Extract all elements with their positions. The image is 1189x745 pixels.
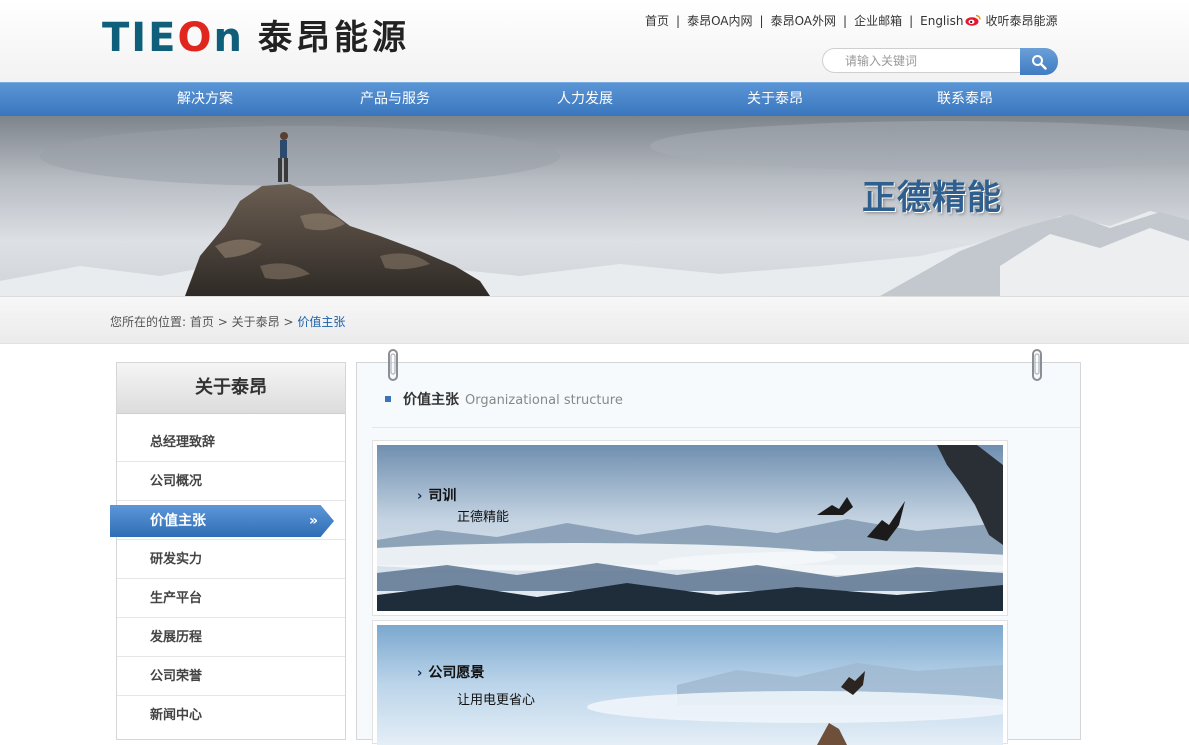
square-bullet-icon: [385, 396, 391, 402]
nav-item-hr[interactable]: 人力发展: [515, 83, 655, 116]
banner-slogan: 正德精能: [862, 178, 1002, 218]
site-header: TIEOn 泰昂能源 首页 | 泰昂OA内网 | 泰昂OA外网 | 企业邮箱 | English…: [0, 0, 1189, 82]
vision-text: 让用电更省心: [457, 693, 536, 708]
motto-image: › 司训 正德精能: [377, 445, 1003, 611]
vision-heading: › 公司愿景: [417, 662, 484, 682]
top-link-oa-extranet[interactable]: 泰昂OA外网: [771, 12, 836, 29]
sidebar-item-honors[interactable]: 公司荣誉: [117, 658, 345, 696]
paper-clip-icon: [388, 349, 398, 381]
nav-item-contact[interactable]: 联系泰昂: [895, 83, 1035, 116]
breadcrumb: 您所在的位置: 首页 > 关于泰昂 > 价值主张: [110, 313, 345, 330]
mountain-eagle-scene: [377, 445, 1003, 611]
nav-item-solutions[interactable]: 解决方案: [135, 83, 275, 116]
top-link-mail[interactable]: 企业邮箱: [854, 12, 902, 29]
sidebar-item-rnd[interactable]: 研发实力: [117, 541, 345, 579]
vision-image: › 公司愿景 让用电更省心: [377, 625, 1003, 745]
sidebar: 关于泰昂 总经理致辞 公司概况 研发实力 生产平台 发展历程 公司荣誉 新闻中心: [116, 362, 346, 740]
motto-heading-text: 司训: [428, 488, 457, 504]
chevron-right-icon: ›: [417, 489, 423, 504]
main-nav: 解决方案 产品与服务 人力发展 关于泰昂 联系泰昂: [0, 82, 1189, 116]
chevron-right-icon: ›: [417, 666, 423, 681]
banner-scenery: [0, 116, 1189, 296]
breadcrumb-current[interactable]: 价值主张: [297, 315, 345, 329]
motto-text: 正德精能: [457, 510, 510, 525]
sidebar-item-gm-speech[interactable]: 总经理致辞: [117, 424, 345, 462]
search-button[interactable]: [1020, 48, 1058, 75]
separator: |: [759, 14, 764, 28]
motto-panel: › 司训 正德精能: [372, 440, 1008, 616]
nav-item-products[interactable]: 产品与服务: [325, 83, 465, 116]
breadcrumb-home[interactable]: 首页: [190, 315, 214, 329]
separator: |: [676, 14, 681, 28]
content-title: 价值主张: [403, 392, 459, 408]
separator: |: [909, 14, 914, 28]
sidebar-title: 关于泰昂: [117, 363, 345, 414]
nav-item-about[interactable]: 关于泰昂: [705, 83, 845, 116]
logo-chinese-name: 泰昂能源: [258, 18, 410, 58]
follow-weibo-link[interactable]: 收听泰昂能源: [985, 12, 1057, 29]
top-links: 首页 | 泰昂OA内网 | 泰昂OA外网 | 企业邮箱 | English 收听泰昂能源: [645, 12, 1057, 29]
vision-heading-text: 公司愿景: [428, 665, 485, 681]
sidebar-item-label: 价值主张: [150, 513, 206, 529]
top-link-english[interactable]: English: [920, 14, 963, 28]
sidebar-item-production[interactable]: 生产平台: [117, 580, 345, 618]
top-link-home[interactable]: 首页: [645, 12, 669, 29]
separator: |: [843, 14, 848, 28]
sky-eagle-scene: [377, 625, 1003, 745]
top-link-oa-intranet[interactable]: 泰昂OA内网: [687, 12, 752, 29]
sidebar-item-values-active[interactable]: 价值主张 »: [110, 505, 334, 537]
content-subtitle: Organizational structure: [465, 393, 623, 408]
content-heading: 价值主张 Organizational structure: [385, 389, 623, 409]
motto-heading: › 司训: [417, 485, 456, 505]
breadcrumb-bar: 您所在的位置: 首页 > 关于泰昂 > 价值主张: [0, 296, 1189, 344]
logo[interactable]: TIEOn 泰昂能源: [102, 16, 410, 60]
sidebar-item-overview[interactable]: 公司概况: [117, 463, 345, 501]
breadcrumb-parent[interactable]: 关于泰昂: [232, 315, 280, 329]
logo-wordmark: TIEOn: [102, 15, 244, 61]
paper-clip-icon: [1032, 349, 1042, 381]
divider: [372, 427, 1080, 428]
breadcrumb-sep: >: [283, 315, 294, 329]
search-icon: [1032, 54, 1047, 70]
vision-panel: › 公司愿景 让用电更省心: [372, 620, 1008, 745]
sidebar-item-news[interactable]: 新闻中心: [117, 697, 345, 735]
breadcrumb-prefix: 您所在的位置:: [110, 315, 187, 329]
weibo-icon[interactable]: [965, 14, 982, 26]
search-input[interactable]: [822, 48, 1020, 73]
hero-banner: 正德精能: [0, 116, 1189, 296]
search-box: [822, 48, 1058, 75]
double-chevron-right-icon: »: [308, 513, 318, 529]
sidebar-item-history[interactable]: 发展历程: [117, 619, 345, 657]
breadcrumb-sep: >: [217, 315, 228, 329]
